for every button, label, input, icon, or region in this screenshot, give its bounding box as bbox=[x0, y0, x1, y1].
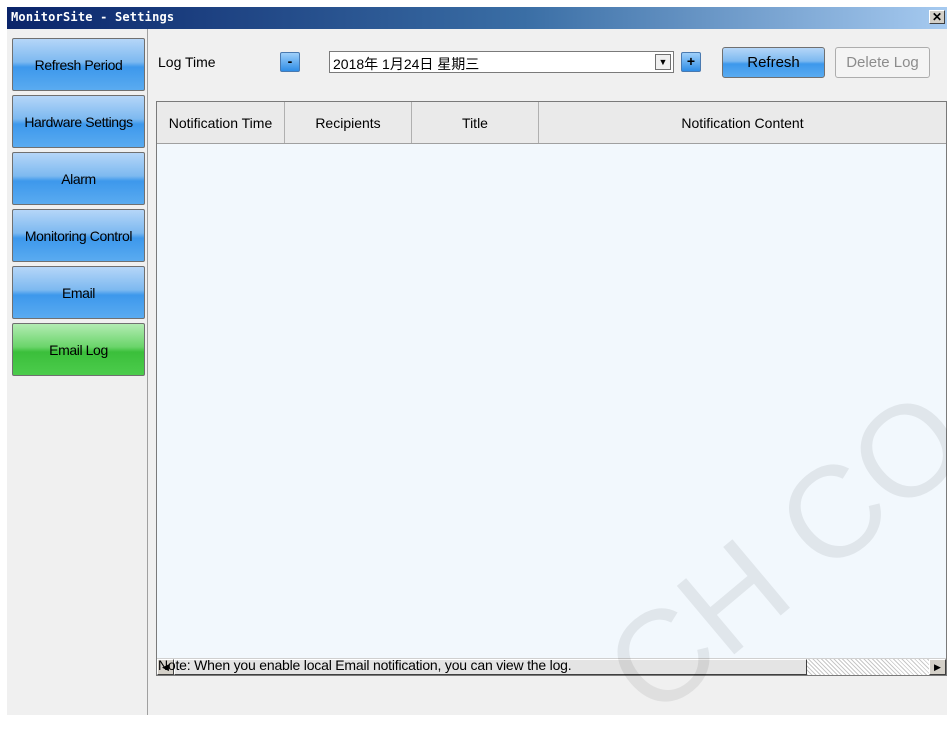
close-button[interactable]: ✕ bbox=[929, 10, 945, 24]
sidebar-item-monitoring-control[interactable]: Monitoring Control bbox=[12, 209, 145, 262]
previous-day-button[interactable]: - bbox=[280, 52, 300, 72]
sidebar-item-hardware-settings[interactable]: Hardware Settings bbox=[12, 95, 145, 148]
log-date-picker[interactable]: 2018年 1月24日 星期三 ▼ bbox=[329, 51, 674, 73]
column-header-title[interactable]: Title bbox=[412, 102, 539, 143]
sidebar-item-alarm[interactable]: Alarm bbox=[12, 152, 145, 205]
log-time-label: Log Time bbox=[158, 54, 216, 70]
column-header-notification-content[interactable]: Notification Content bbox=[539, 102, 946, 143]
chevron-down-icon[interactable]: ▼ bbox=[655, 54, 671, 70]
log-date-value: 2018年 1月24日 星期三 bbox=[333, 56, 480, 72]
window-title: MonitorSite - Settings bbox=[11, 10, 175, 24]
settings-window: MonitorSite - Settings ✕ Refresh Period … bbox=[7, 7, 947, 743]
sidebar-item-email-log[interactable]: Email Log bbox=[12, 323, 145, 376]
title-bar[interactable]: MonitorSite - Settings ✕ bbox=[7, 7, 947, 29]
table-header: Notification Time Recipients Title Notif… bbox=[157, 102, 946, 144]
delete-log-button: Delete Log bbox=[835, 47, 930, 78]
email-log-table[interactable]: Notification Time Recipients Title Notif… bbox=[156, 101, 947, 676]
sidebar: Refresh Period Hardware Settings Alarm M… bbox=[7, 29, 148, 715]
main-panel: Log Time - 2018年 1月24日 星期三 ▼ + Refresh D… bbox=[149, 29, 947, 715]
next-day-button[interactable]: + bbox=[681, 52, 701, 72]
close-icon: ✕ bbox=[931, 10, 943, 24]
refresh-button[interactable]: Refresh bbox=[722, 47, 825, 78]
email-log-note: Note: When you enable local Email notifi… bbox=[158, 657, 572, 673]
sidebar-item-email[interactable]: Email bbox=[12, 266, 145, 319]
sidebar-item-refresh-period[interactable]: Refresh Period bbox=[12, 38, 145, 91]
scrollbar-track[interactable] bbox=[807, 659, 929, 675]
column-header-recipients[interactable]: Recipients bbox=[285, 102, 412, 143]
scroll-right-icon[interactable]: ▶ bbox=[929, 659, 946, 675]
column-header-notification-time[interactable]: Notification Time bbox=[157, 102, 285, 143]
